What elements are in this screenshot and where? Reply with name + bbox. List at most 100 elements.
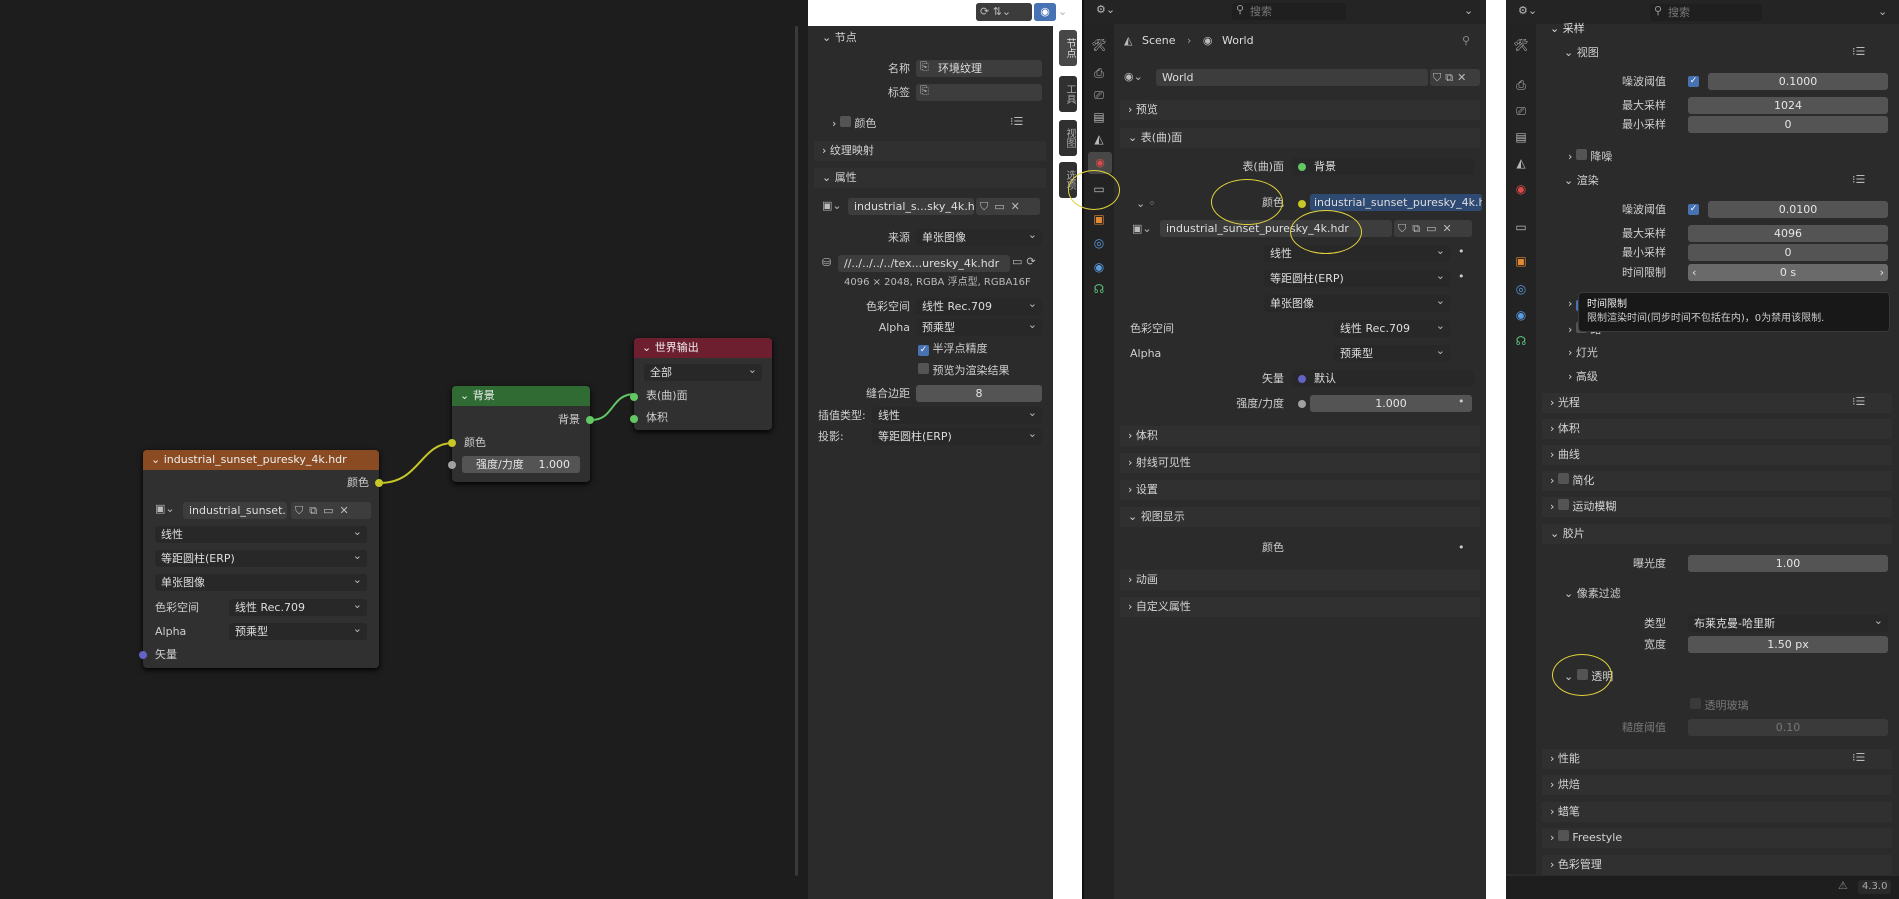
props-edge-field[interactable]: 8 [916,385,1042,402]
image-node-projection[interactable]: 等距圆柱(ERP) [155,550,367,567]
r-max-field[interactable]: 4096 [1688,225,1888,242]
time-limit-dec-icon[interactable]: ‹ [1692,264,1696,281]
grease-pencil-panel[interactable]: › 蜡笔 [1542,802,1892,822]
constraints-tab-icon[interactable]: ◉ [1090,260,1108,274]
background-node[interactable]: ⌄ 背景 背景 颜色 强度/力度 1.000 [448,386,594,482]
overlay-chevron-icon[interactable]: ⌄ [1058,3,1072,21]
object-tab-icon[interactable]: ▣ [1090,212,1108,226]
time-limit-inc-icon[interactable]: › [1880,264,1884,281]
image-node-image-icon[interactable]: ▣⌄ [155,502,179,519]
color-management-panel[interactable]: › 色彩管理 [1542,855,1892,875]
r-object-tab-icon[interactable]: ▣ [1512,254,1530,268]
performance-list-icon[interactable]: ⁝☰ [1852,751,1865,764]
time-limit-field[interactable]: ‹ 0 s › [1688,264,1888,281]
props-path-field[interactable]: //../../../../tex...uresky_4k.hdr [838,255,1010,272]
image-node-image-field[interactable]: industrial_sunset... [183,502,287,519]
node-name-field[interactable]: 环境纹理 [916,60,1042,77]
render-editor-type-icon[interactable]: ⚙⌄ [1518,4,1537,17]
r-min-field[interactable]: 0 [1688,244,1888,261]
tool-tab-icon[interactable]: 🛠 [1090,38,1108,52]
pixel-filter-subpanel[interactable]: ⌄ 像素过滤 [1564,587,1621,601]
vp-noise-checkbox[interactable]: ✓ [1688,76,1699,87]
world-datablock-icon[interactable]: ◉⌄ [1124,70,1143,83]
gizmo-icon[interactable]: ⟳ ⇅⌄ [976,3,1032,21]
surface-panel-header[interactable]: ⌄ 表(曲)面 [1120,128,1480,148]
curves-panel[interactable]: › 曲线 [1542,445,1892,465]
world-header-chevron-icon[interactable]: ⌄ [1464,4,1473,17]
props-image-icon[interactable]: ▣⌄ [822,199,846,212]
output-tab-icon[interactable]: ⎚ [1090,88,1108,103]
settings-panel[interactable]: › 设置 [1120,480,1480,500]
editor-scrollbar[interactable] [795,26,798,876]
r-view-layer-tab-icon[interactable]: ▤ [1512,130,1530,144]
render-subpanel[interactable]: ⌄ 渲染 [1564,174,1599,188]
transparent-glass-checkbox[interactable] [1690,698,1701,709]
breadcrumb-scene[interactable]: Scene [1142,34,1176,47]
image-node-alpha[interactable]: 预乘型 [229,623,367,640]
world-output-node[interactable]: ⌄ 世界输出 全部 表(曲)面 体积 [630,338,772,430]
env-alpha[interactable]: 预乘型 [1334,345,1450,362]
r-tool-tab-icon[interactable]: 🛠 [1512,38,1530,52]
viewport-list-icon[interactable]: ⁝☰ [1852,45,1865,58]
data-tab-icon[interactable]: ☊ [1090,282,1108,296]
light-paths-list-icon[interactable]: ⁝☰ [1852,395,1865,408]
tab-view[interactable]: 视图 [1059,120,1077,156]
preview-panel[interactable]: › 预览 [1120,100,1480,120]
props-folder-icon[interactable]: ▭⟳ [1012,255,1042,268]
editor-type-icon[interactable]: ⚙⌄ [1096,3,1115,16]
props-image-actions[interactable]: ⛉▭✕ [976,198,1040,215]
tab-tool[interactable]: 工具 [1059,76,1077,112]
env-image-actions[interactable]: ⛉⧉▭✕ [1394,220,1472,237]
volume-panel[interactable]: › 体积 [1120,426,1480,446]
film-panel[interactable]: ⌄ 胶片 [1542,524,1892,544]
r-noise-field[interactable]: 0.0100 [1708,201,1888,218]
lights-subpanel[interactable]: › 灯光 [1568,346,1598,360]
physics-tab-icon[interactable]: ◎ [1090,236,1108,250]
socket-surface-in[interactable] [630,393,638,401]
props-proj[interactable]: 等距圆柱(ERP) [872,428,1042,445]
volumes-panel[interactable]: › 体积 [1542,419,1892,439]
overlay-icon[interactable]: ◉ [1034,3,1056,21]
world-node-target[interactable]: 全部 [644,364,762,381]
world-node-header[interactable]: ⌄ 世界输出 [634,338,772,358]
r-output-tab-icon[interactable]: ⎚ [1512,104,1530,119]
props-interp[interactable]: 线性 [872,407,1042,424]
light-paths-panel[interactable]: › 光程 [1542,393,1892,413]
image-node-fake-user-icon[interactable]: ⛉⧉▭✕ [291,502,371,519]
env-projection[interactable]: 等距圆柱(ERP) [1264,270,1450,287]
vp-noise-field[interactable]: 0.1000 [1708,73,1888,90]
color-expand-icon[interactable]: ⌄ ◦ [1136,197,1155,210]
socket-bg-color-in[interactable] [448,439,456,447]
node-section-header[interactable]: ⌄ 节点 [814,28,1046,48]
image-node-header[interactable]: ⌄ industrial_sunset_puresky_4k.hdr [143,450,379,470]
denoise-checkbox[interactable] [1575,149,1587,160]
node-color-checkbox[interactable] [839,116,851,127]
bg-node-header[interactable]: ⌄ 背景 [452,386,590,406]
env-image-icon[interactable]: ▣⌄ [1132,222,1152,235]
props-source[interactable]: 单张图像 [916,229,1042,246]
half-float-checkbox[interactable]: ✓ [918,345,929,356]
exposure-field[interactable]: 1.00 [1688,555,1888,572]
r-collection-tab-icon[interactable]: ▭ [1512,220,1530,234]
node-label-field[interactable] [916,84,1042,101]
env-source[interactable]: 单张图像 [1264,295,1450,312]
performance-panel[interactable]: › 性能 [1542,749,1892,769]
r-scene-tab-icon[interactable]: ◭ [1512,156,1530,170]
r-render-tab-icon[interactable]: ⎙ [1512,78,1530,93]
sampling-header[interactable]: ⌄ 采样 [1550,22,1585,36]
bake-panel[interactable]: › 烘焙 [1542,775,1892,795]
strength-field[interactable]: 1.000 [1310,395,1472,412]
custom-props-panel[interactable]: › 自定义属性 [1120,597,1480,617]
color-link-field[interactable]: industrial_sunset_puresky_4k.h... [1310,194,1482,211]
view-layer-tab-icon[interactable]: ▤ [1090,110,1108,124]
tex-mapping-header[interactable]: › 纹理映射 [814,141,1046,161]
image-node-source[interactable]: 单张图像 [155,574,367,591]
tab-node[interactable]: 节点 [1059,30,1077,66]
props-alpha[interactable]: 预乘型 [916,319,1042,336]
socket-bg-out[interactable] [586,416,594,424]
viewport-subpanel[interactable]: ⌄ 视图 [1564,46,1599,60]
r-world-tab-icon[interactable]: ◉ [1512,182,1530,196]
render-list-icon[interactable]: ⁝☰ [1852,173,1865,186]
r-constraints-tab-icon[interactable]: ◉ [1512,308,1530,322]
r-noise-checkbox[interactable]: ✓ [1688,204,1699,215]
